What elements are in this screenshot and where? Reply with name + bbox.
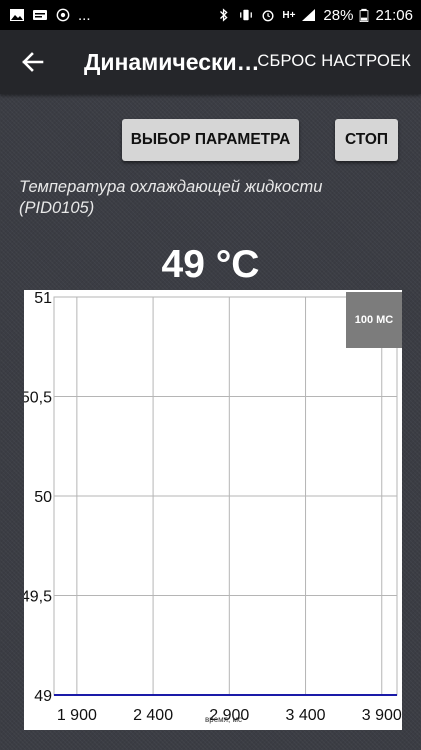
x-tick-label: 3 400 [286, 707, 326, 724]
y-tick-label: 50 [34, 489, 52, 506]
reset-settings-button[interactable]: СБРОС НАСТРОЕК [257, 52, 411, 71]
page-title: Динамически… [84, 49, 260, 75]
y-tick-label: 49 [34, 688, 52, 705]
battery-percent: 28% [323, 6, 354, 24]
stop-button[interactable]: СТОП [335, 119, 398, 161]
more-notifications: ... [78, 6, 91, 24]
x-tick-label: 2 400 [133, 707, 173, 724]
x-tick-label: 1 900 [57, 707, 97, 724]
y-tick-label: 49,5 [24, 589, 52, 606]
line-chart[interactable]: 1 900 2 400 2 900 3 400 3 9004949,55050,551в… [21, 290, 402, 730]
battery-icon [360, 8, 369, 22]
clock: 21:06 [375, 6, 413, 24]
vibrate-icon [240, 9, 253, 21]
x-tick-label: 3 900 [362, 707, 402, 724]
alarm-icon [262, 10, 274, 22]
x-axis-label: время, мс [205, 715, 242, 724]
message-icon [33, 10, 47, 20]
chart-panel[interactable]: 1 900 2 400 2 900 3 400 3 900 49 49,5 50 50,5 51 в… [21, 290, 402, 730]
parameter-name: Температура охлаждающей жидкости (PID010… [19, 178, 323, 217]
interval-badge[interactable]: 100 МС [346, 292, 402, 348]
y-tick-label: 51 [34, 290, 52, 307]
status-bar: ... H+ 28% 21:06 [0, 0, 421, 30]
select-parameter-button[interactable]: ВЫБОР ПАРАМЕТРА [122, 119, 299, 161]
signal-icon [302, 9, 316, 21]
y-tick-label: 50,5 [24, 390, 52, 407]
whatsapp-icon [56, 8, 70, 22]
bluetooth-icon [220, 8, 228, 22]
parameter-value: 49 °C [161, 243, 260, 286]
gallery-icon [10, 9, 24, 21]
back-arrow-icon[interactable] [18, 47, 48, 77]
network-type: H+ [282, 9, 296, 21]
app-bar: Динамически… СБРОС НАСТРОЕК [0, 30, 421, 94]
